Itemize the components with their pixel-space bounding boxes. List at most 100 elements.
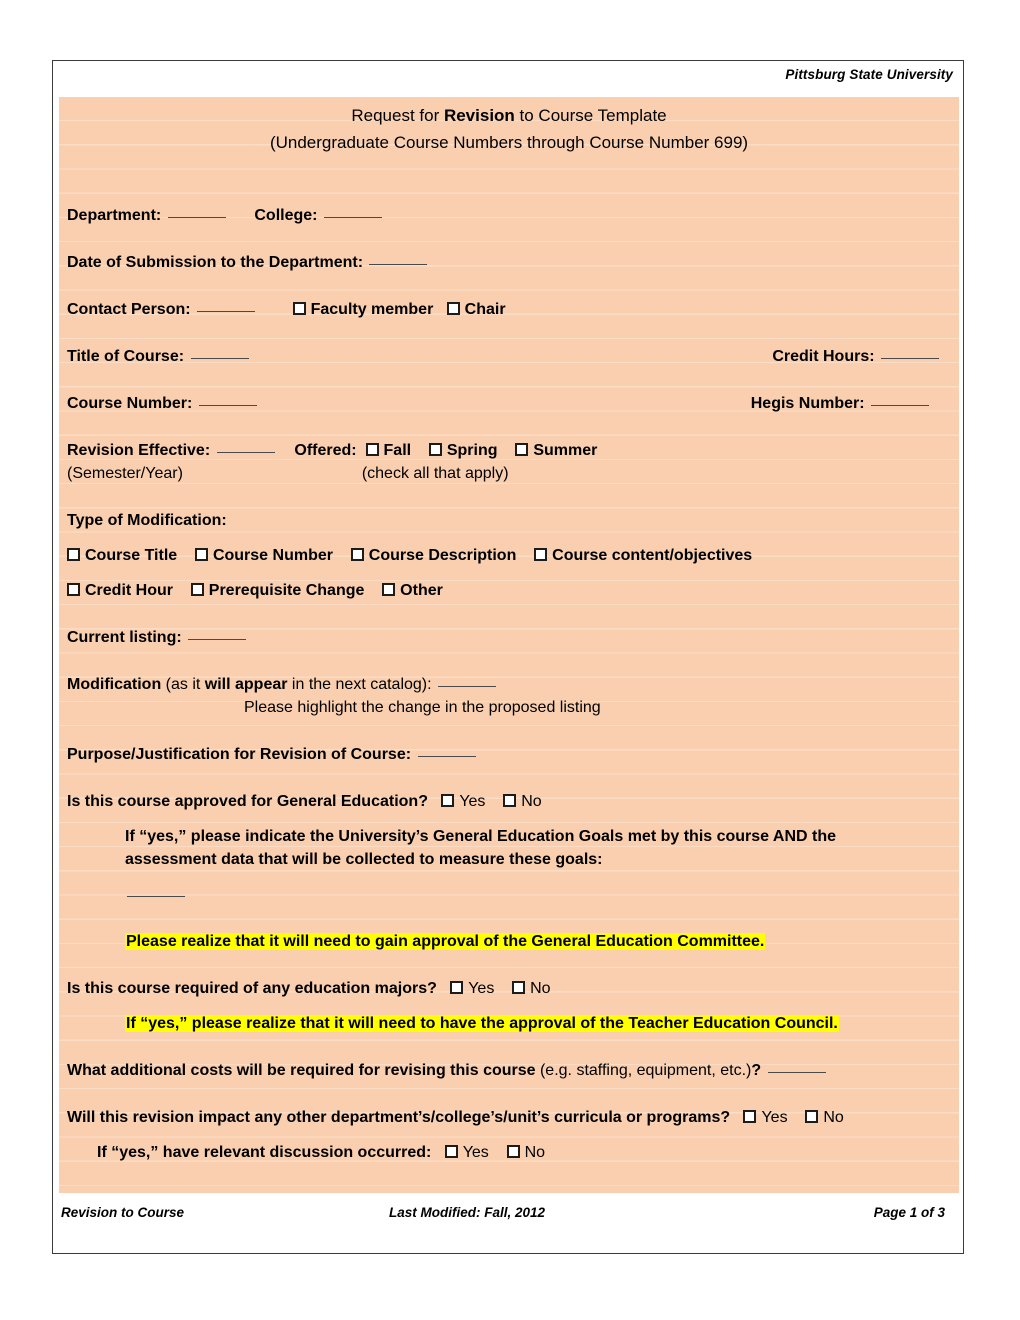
contact-person-label: Contact Person: xyxy=(67,301,191,318)
revision-effective-input[interactable] xyxy=(216,452,275,453)
row-modification-entry: Modification (as it will appear in the n… xyxy=(59,673,959,696)
checkbox-summer[interactable] xyxy=(515,443,529,456)
current-listing-input[interactable] xyxy=(188,639,247,640)
checkbox-impact-followup-yes[interactable] xyxy=(444,1145,458,1158)
offered-spring-label: Spring xyxy=(446,442,498,459)
row-education-majors-question: Is this course required of any education… xyxy=(59,977,959,1000)
gened-warning: Please realize that it will need to gain… xyxy=(125,933,766,950)
form-body: Request for Revision to Course Template … xyxy=(59,97,959,1193)
checkbox-gened-no[interactable] xyxy=(503,794,517,807)
credit-hours-label: Credit Hours xyxy=(772,348,870,365)
option-other: Other xyxy=(400,582,443,599)
checkbox-education-majors-no[interactable] xyxy=(512,981,526,994)
gened-goals-input[interactable] xyxy=(127,896,185,897)
row-highlight-note: Please highlight the change in the propo… xyxy=(59,696,959,719)
modification-reg-2: in the next catalog): xyxy=(287,676,432,693)
college-input[interactable] xyxy=(323,217,382,218)
type-of-modification-label: Type of Modification xyxy=(67,512,222,529)
option-course-title: Course Title xyxy=(85,547,178,564)
current-listing-label: Current listing: xyxy=(67,629,182,646)
contact-person-input[interactable] xyxy=(197,311,256,312)
date-submission-input[interactable] xyxy=(369,264,428,265)
checkbox-gened-yes[interactable] xyxy=(441,794,455,807)
title-of-course-input[interactable] xyxy=(190,358,249,359)
title-of-course-label: Title of Course xyxy=(67,348,179,365)
offered-summer-label: Summer xyxy=(533,442,598,459)
row-impact-followup: If “yes,” have relevant discussion occur… xyxy=(59,1141,959,1164)
checkbox-course-title[interactable] xyxy=(67,548,80,561)
row-gened-goals-input xyxy=(59,883,959,906)
option-prerequisite-change: Prerequisite Change xyxy=(208,582,365,599)
credit-hours-input[interactable] xyxy=(881,358,939,359)
gened-if-yes-line-2: assessment data that will be collected t… xyxy=(125,851,603,868)
document-footer: Revision to Course Last Modified: Fall, … xyxy=(59,1205,959,1225)
row-gened-question: Is this course approved for General Educ… xyxy=(59,790,959,813)
row-modification-options-2: Credit Hour Prerequisite Change Other xyxy=(59,579,959,602)
semester-year-note: (Semester/Year) xyxy=(67,465,183,482)
form-title: Request for Revision to Course Template … xyxy=(59,97,959,156)
row-costs-question: What additional costs will be required f… xyxy=(59,1059,959,1082)
checkbox-education-majors-yes[interactable] xyxy=(450,981,464,994)
education-majors-yes-label: Yes xyxy=(468,980,495,997)
row-impact-question: Will this revision impact any other depa… xyxy=(59,1106,959,1129)
hegis-number-label: Hegis Number xyxy=(750,395,860,412)
education-majors-no-label: No xyxy=(530,980,551,997)
costs-question-bold-2: ? xyxy=(751,1062,762,1079)
row-contact-person: Contact Person: Faculty member Chair xyxy=(59,298,959,321)
row-purpose-justification: Purpose/Justification for Revision of Co… xyxy=(59,743,959,766)
chair-label: Chair xyxy=(464,301,506,318)
checkbox-course-content-objectives[interactable] xyxy=(534,548,548,561)
checkbox-impact-no[interactable] xyxy=(805,1110,819,1123)
checkbox-other[interactable] xyxy=(382,583,396,596)
row-education-majors-warning: If “yes,” please realize that it will ne… xyxy=(59,1012,959,1035)
gened-question: Is this course approved for General Educ… xyxy=(67,793,428,810)
education-majors-question: Is this course required of any education… xyxy=(67,980,437,997)
modification-reg-1: (as it xyxy=(161,676,205,693)
checkbox-credit-hour[interactable] xyxy=(67,583,80,596)
checkbox-fall[interactable] xyxy=(365,443,379,456)
hegis-number-input[interactable] xyxy=(871,405,929,406)
hegis-number-group: Hegis Number: xyxy=(751,392,931,415)
option-course-content-objectives: Course content/objectives xyxy=(552,547,753,564)
gened-no-label: No xyxy=(521,793,542,810)
checkbox-course-description[interactable] xyxy=(350,548,364,561)
college-label: College xyxy=(254,207,313,224)
option-course-number: Course Number xyxy=(212,547,333,564)
row-current-listing: Current listing: xyxy=(59,626,959,649)
impact-followup-no-label: No xyxy=(524,1144,546,1161)
checkbox-impact-followup-no[interactable] xyxy=(506,1145,520,1158)
revision-effective-label: Revision Effective xyxy=(67,442,205,459)
modification-input[interactable] xyxy=(438,686,497,687)
checkbox-spring[interactable] xyxy=(428,443,442,456)
title-pre: Request for xyxy=(351,106,444,125)
impact-yes-label: Yes xyxy=(761,1109,788,1126)
costs-input[interactable] xyxy=(767,1072,826,1073)
checkbox-course-number[interactable] xyxy=(194,548,208,561)
costs-question-reg: (e.g. staffing, equipment, etc.) xyxy=(535,1062,752,1079)
university-name: Pittsburg State University xyxy=(785,67,953,82)
checkbox-faculty-member[interactable] xyxy=(292,302,306,315)
gened-yes-label: Yes xyxy=(459,793,486,810)
title-line-1: Request for Revision to Course Template xyxy=(59,102,959,129)
impact-followup-label: If “yes,” have relevant discussion occur… xyxy=(97,1144,432,1161)
highlight-note: Please highlight the change in the propo… xyxy=(244,699,601,716)
department-input[interactable] xyxy=(167,217,226,218)
footer-middle: Last Modified: Fall, 2012 xyxy=(389,1205,546,1220)
row-date-submission: Date of Submission to the Department: xyxy=(59,251,959,274)
title-revision: Revision xyxy=(443,106,515,125)
document-frame: Pittsburg State University Request for R… xyxy=(52,60,964,1254)
title-post: to Course Template xyxy=(514,106,667,125)
course-number-label: Course Number xyxy=(67,395,188,412)
option-credit-hour: Credit Hour xyxy=(85,582,173,599)
purpose-input[interactable] xyxy=(417,756,476,757)
education-majors-warning: If “yes,” please realize that it will ne… xyxy=(125,1015,839,1032)
row-type-of-modification: Type of Modification: xyxy=(67,512,227,529)
checkbox-impact-yes[interactable] xyxy=(743,1110,757,1123)
row-semester-note: (Semester/Year) (check all that apply) xyxy=(59,462,959,485)
checkbox-prerequisite-change[interactable] xyxy=(190,583,204,596)
row-revision-effective: Revision Effective: Offered: Fall Spring… xyxy=(67,442,598,459)
checkbox-chair[interactable] xyxy=(446,302,460,315)
row-gened-if-yes-2: assessment data that will be collected t… xyxy=(59,848,959,871)
course-number-input[interactable] xyxy=(198,405,257,406)
costs-question-bold-1: What additional costs will be required f… xyxy=(67,1062,536,1079)
